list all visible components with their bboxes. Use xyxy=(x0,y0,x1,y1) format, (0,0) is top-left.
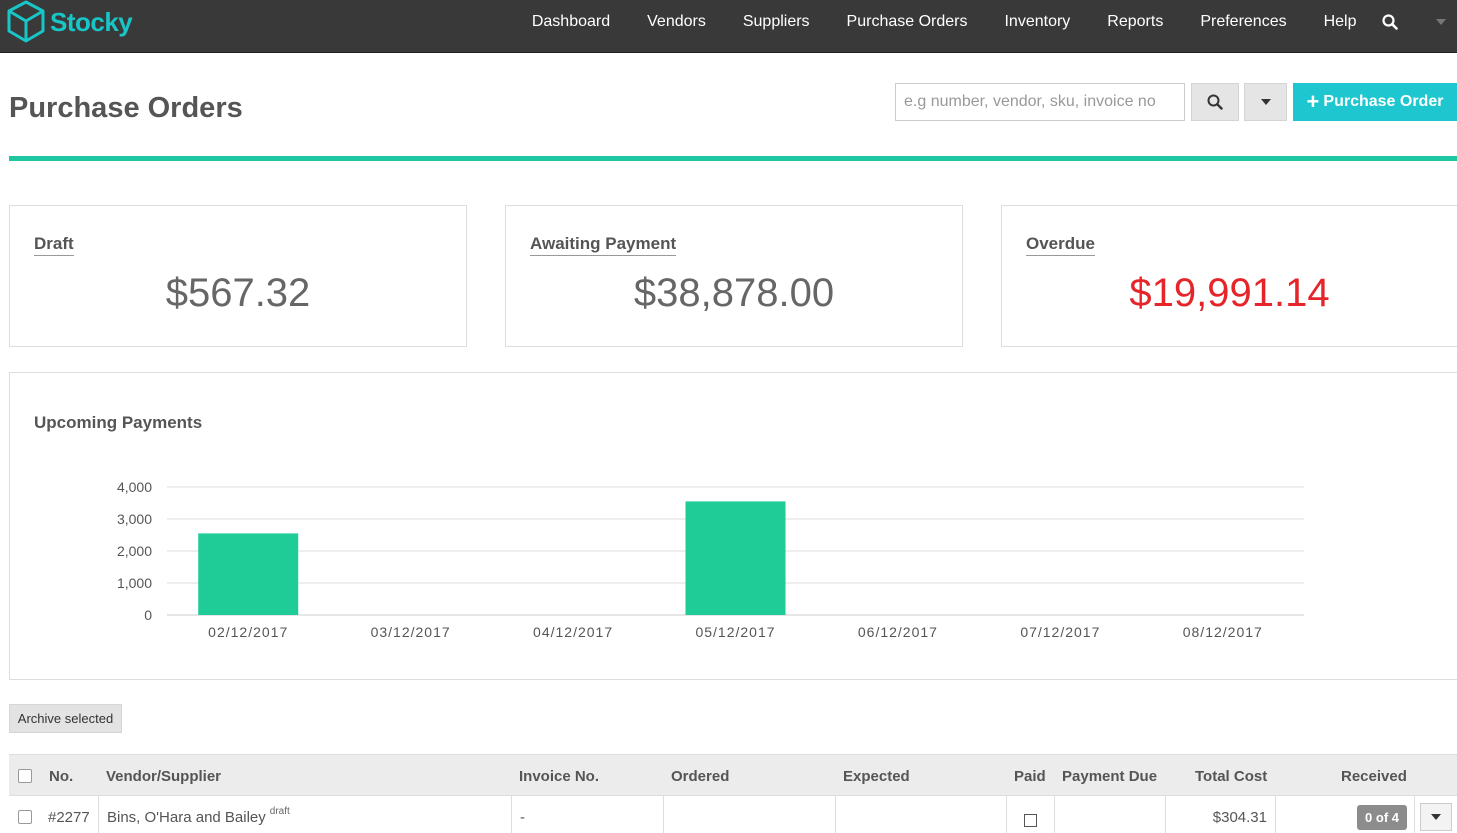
y-tick-label: 2,000 xyxy=(117,543,152,559)
column-header-ordered[interactable]: Ordered xyxy=(671,755,729,797)
row-actions-cell xyxy=(1414,796,1457,833)
upcoming-payments-chart: 0 1,000 2,000 3,000 4,000 02/12/2017 03/12/201… xyxy=(10,373,1457,681)
caret-down-icon xyxy=(1261,99,1271,105)
x-tick-label: 05/12/2017 xyxy=(695,624,775,640)
column-header-vendor[interactable]: Vendor/Supplier xyxy=(106,755,221,797)
table-row[interactable]: #2277 Bins, O'Hara and Bailey draft - $3… xyxy=(9,796,1457,833)
summary-label-draft[interactable]: Draft xyxy=(34,234,74,256)
x-tick-label: 02/12/2017 xyxy=(208,624,288,640)
row-actions-caret-icon[interactable] xyxy=(1420,803,1452,831)
nav-item-inventory[interactable]: Inventory xyxy=(986,13,1089,31)
nav-item-dashboard[interactable]: Dashboard xyxy=(513,13,628,31)
summary-label-awaiting-payment[interactable]: Awaiting Payment xyxy=(530,234,676,256)
upcoming-payments-panel: Upcoming Payments 01,0002,0003,0004,0000… xyxy=(9,372,1457,680)
page-title: Purchase Orders xyxy=(9,92,243,125)
search-icon xyxy=(1207,94,1223,110)
nav-item-help[interactable]: Help xyxy=(1305,13,1375,31)
column-header-expected[interactable]: Expected xyxy=(843,755,910,797)
status-badge: draft xyxy=(270,806,290,817)
total-cost-cell: $304.31 xyxy=(1165,796,1275,833)
nav-item-suppliers[interactable]: Suppliers xyxy=(724,13,828,31)
new-purchase-order-label: Purchase Order xyxy=(1323,93,1443,111)
y-tick-label: 0 xyxy=(144,607,152,623)
expected-cell xyxy=(835,796,1006,833)
x-tick-label: 07/12/2017 xyxy=(1020,624,1100,640)
box-logo-icon xyxy=(6,0,46,44)
nav-item-reports[interactable]: Reports xyxy=(1089,13,1182,31)
summary-card-draft: Draft $567.32 xyxy=(9,205,467,347)
y-tick-label: 3,000 xyxy=(117,511,152,527)
received-cell: 0 of 4 xyxy=(1275,796,1414,833)
invoice-cell: - xyxy=(511,796,663,833)
payment-due-cell xyxy=(1054,796,1165,833)
archive-selected-button[interactable]: Archive selected xyxy=(9,704,122,733)
summary-value-draft: $567.32 xyxy=(10,271,466,316)
column-header-no[interactable]: No. xyxy=(49,755,73,797)
top-navigation-bar: Stocky Dashboard Vendors Suppliers Purch… xyxy=(0,0,1457,53)
y-tick-label: 1,000 xyxy=(117,575,152,591)
y-tick-label: 4,000 xyxy=(117,479,152,495)
bar xyxy=(198,533,298,615)
nav-item-preferences[interactable]: Preferences xyxy=(1182,13,1305,31)
x-tick-label: 08/12/2017 xyxy=(1183,624,1263,640)
column-header-invoice[interactable]: Invoice No. xyxy=(519,755,599,797)
column-header-received[interactable]: Received xyxy=(1341,755,1407,797)
vendor-name[interactable]: Bins, O'Hara and Bailey xyxy=(107,809,266,826)
summary-card-awaiting-payment: Awaiting Payment $38,878.00 xyxy=(505,205,963,347)
nav-item-purchase-orders[interactable]: Purchase Orders xyxy=(828,13,986,31)
summary-card-overdue: Overdue $19,991.14 xyxy=(1001,205,1457,347)
x-tick-label: 03/12/2017 xyxy=(371,624,451,640)
nav-search-icon[interactable] xyxy=(1377,14,1403,30)
account-menu-caret-icon[interactable] xyxy=(1425,19,1457,25)
received-badge[interactable]: 0 of 4 xyxy=(1357,805,1407,830)
main-nav: Dashboard Vendors Suppliers Purchase Ord… xyxy=(513,0,1457,44)
nav-item-vendors[interactable]: Vendors xyxy=(629,13,725,31)
paid-checkbox[interactable] xyxy=(1024,814,1037,827)
vendor-cell[interactable]: Bins, O'Hara and Bailey draft xyxy=(98,796,511,833)
app-name: Stocky xyxy=(50,7,132,38)
x-tick-label: 04/12/2017 xyxy=(533,624,613,640)
app-logo[interactable]: Stocky xyxy=(6,0,132,44)
table-header: No. Vendor/Supplier Invoice No. Ordered … xyxy=(9,754,1457,796)
column-header-payment-due[interactable]: Payment Due xyxy=(1062,755,1157,797)
search-options-dropdown-button[interactable] xyxy=(1244,83,1287,121)
order-number[interactable]: #2277 xyxy=(41,796,98,833)
summary-value-overdue: $19,991.14 xyxy=(1002,271,1457,316)
row-select-checkbox[interactable] xyxy=(18,810,32,824)
select-all-checkbox[interactable] xyxy=(18,769,32,783)
summary-value-awaiting-payment: $38,878.00 xyxy=(506,271,962,316)
column-header-paid[interactable]: Paid xyxy=(1014,755,1046,797)
x-tick-label: 06/12/2017 xyxy=(858,624,938,640)
search-button[interactable] xyxy=(1191,83,1239,121)
purchase-order-search-input[interactable] xyxy=(895,83,1185,121)
bar xyxy=(686,501,786,615)
paid-cell xyxy=(1006,796,1054,833)
new-purchase-order-button[interactable]: + Purchase Order xyxy=(1293,83,1457,121)
summary-label-overdue[interactable]: Overdue xyxy=(1026,234,1095,256)
ordered-cell xyxy=(663,796,835,833)
plus-icon: + xyxy=(1307,91,1320,113)
header-divider xyxy=(9,156,1457,161)
column-header-total-cost[interactable]: Total Cost xyxy=(1195,755,1267,797)
